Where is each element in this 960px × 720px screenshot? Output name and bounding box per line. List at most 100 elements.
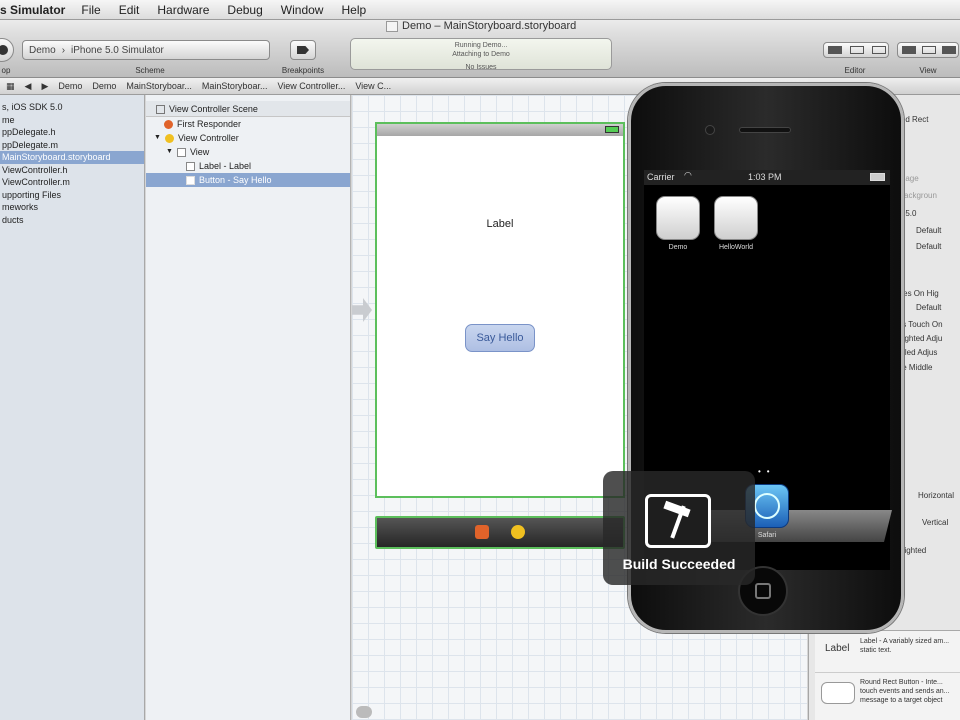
nav-item[interactable]: upporting Files [0,189,144,202]
standard-editor-icon[interactable] [828,46,842,54]
editor-segmented-control[interactable] [823,42,889,58]
nav-item[interactable]: ppDelegate.h [0,126,144,139]
jump-crumb[interactable]: View Controller... [277,81,345,91]
activity-line: Running Demo... [454,42,508,49]
run-label: op [1,66,11,75]
object-library: Label Label - A variably sized am... sta… [815,630,960,720]
nav-item[interactable]: s, iOS SDK 5.0 [0,101,144,114]
earpiece [739,127,791,133]
zoom-control-icon[interactable] [356,706,372,718]
library-item[interactable]: Round Rect Button - Inte... touch events… [815,674,960,716]
carrier-label: Carrier [647,172,675,182]
grid-icon[interactable]: ▦ [6,81,15,92]
breakpoints-button[interactable] [290,40,316,60]
outline-row[interactable]: ▼ View Controller [146,131,350,145]
outline-row-selected[interactable]: Button - Say Hello [146,173,350,187]
first-responder-icon[interactable] [475,525,489,539]
helloworld-app-icon[interactable] [714,196,758,240]
activity-line: Attaching to Demo [452,51,510,58]
version-editor-icon[interactable] [872,46,886,54]
inspector-field[interactable]: Horizontal [918,491,954,500]
menu-bar: s Simulator File Edit Hardware Debug Win… [0,0,960,20]
library-item[interactable]: Label Label - A variably sized am... sta… [815,631,960,673]
activity-viewer: Running Demo... Attaching to Demo No Iss… [350,38,612,71]
forward-icon[interactable]: ▶ [41,81,48,92]
scene-dock [375,516,625,549]
label-icon [186,161,195,171]
nav-item[interactable]: ViewController.h [0,164,144,177]
outline-row[interactable]: First Responder [146,117,350,131]
nav-item[interactable]: ViewController.m [0,176,144,189]
scheme-destination: iPhone 5.0 Simulator [71,44,164,56]
menu-help[interactable]: Help [341,3,366,17]
scheme-popup[interactable]: Demo › iPhone 5.0 Simulator [22,40,270,60]
jump-crumb[interactable]: Demo [58,81,82,91]
app-menu[interactable]: s Simulator [0,3,65,17]
library-item-description: Label - A variably sized am... static te… [860,638,950,654]
say-hello-button[interactable]: Say Hello [465,324,535,352]
breakpoints-label: Breakpoints [281,66,325,75]
window-title: Demo – MainStoryboard.storyboard [402,20,577,32]
view-controller-scene[interactable] [375,122,625,498]
battery-icon [870,173,885,181]
jump-crumb[interactable]: MainStoryboar... [202,81,268,91]
outline-scene-header[interactable]: View Controller Scene [146,101,350,117]
activity-footer: No Issues [465,64,497,71]
breakpoint-icon [297,46,309,54]
library-item-description: Round Rect Button - Inte... touch events… [860,679,950,704]
battery-icon [605,126,619,133]
build-status-message: Build Succeeded [622,556,736,572]
menu-edit[interactable]: Edit [119,3,140,17]
nav-item[interactable]: ducts [0,214,144,227]
document-outline: View Controller Scene First Responder ▼ … [146,95,351,720]
canvas-label[interactable]: Label [480,218,520,230]
jump-crumb[interactable]: MainStoryboar... [126,81,192,91]
page-dots-icon: •• [758,467,776,476]
hammer-icon [645,494,711,548]
nav-item[interactable]: ppDelegate.m [0,139,144,152]
compass-icon [754,493,780,519]
debug-area-toggle-icon[interactable] [922,46,936,54]
view-label: View [919,66,937,75]
ios-status-bar: Carrier ◠ 1:03 PM [644,170,890,185]
scene-icon [156,105,165,115]
disclosure-triangle-icon[interactable]: ▼ [166,145,173,159]
nav-item-selected[interactable]: MainStoryboard.storyboard [0,151,144,164]
nav-item[interactable]: meworks [0,201,144,214]
jump-crumb[interactable]: View C... [355,81,391,91]
view-icon [176,147,186,157]
menu-hardware[interactable]: Hardware [157,3,209,17]
view-segmented-control[interactable] [897,42,959,58]
view-controller-icon[interactable] [511,525,525,539]
simulated-status-bar [377,124,623,136]
utilities-toggle-icon[interactable] [942,46,956,54]
menu-file[interactable]: File [81,3,100,17]
inspector-field[interactable]: Default [916,226,941,235]
storyboard-file-icon [386,21,398,32]
outline-row[interactable]: Label - Label [146,159,350,173]
demo-app-icon[interactable] [656,196,700,240]
inspector-field[interactable]: Default [916,303,941,312]
outline-row[interactable]: ▼ View [146,145,350,159]
home-square-icon [755,583,771,599]
wifi-icon: ◠ [684,170,692,180]
library-item-icon-label: Label [825,643,850,654]
clock-label: 1:03 PM [748,172,782,182]
navigator-toggle-icon[interactable] [902,46,916,54]
nav-item[interactable]: me [0,114,144,127]
assistant-editor-icon[interactable] [850,46,864,54]
round-rect-button-icon [821,682,855,704]
back-icon[interactable]: ◀ [25,81,32,92]
jump-crumb[interactable]: Demo [92,81,116,91]
scheme-target: Demo [29,44,56,56]
first-responder-icon [164,119,173,129]
disclosure-triangle-icon[interactable]: ▼ [154,131,161,145]
menu-window[interactable]: Window [281,3,324,17]
inspector-field[interactable]: Vertical [922,518,948,527]
inspector-field[interactable]: Default [916,242,941,251]
window-titlebar: Demo – MainStoryboard.storyboard [0,20,960,34]
menu-debug[interactable]: Debug [227,3,262,17]
app-label: Demo [668,244,688,251]
editor-label: Editor [844,66,866,75]
button-icon [186,175,195,185]
